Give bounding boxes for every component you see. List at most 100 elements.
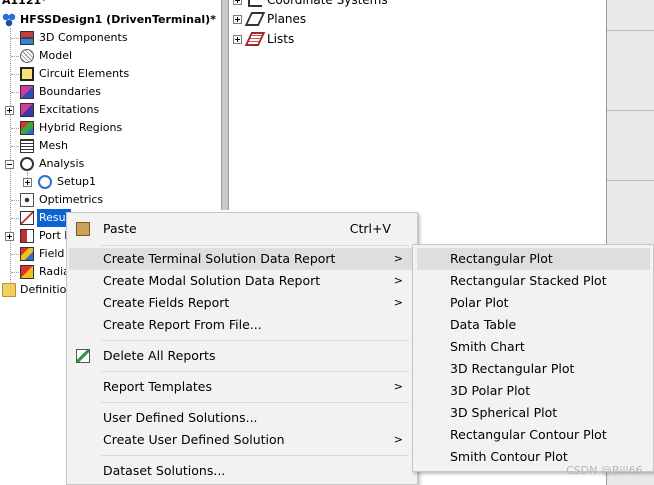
menu-item-user-defined-solutions[interactable]: User Defined Solutions... [69,407,415,429]
menu-item-shortcut: Ctrl+V [349,221,391,236]
planes-icon [244,12,266,26]
tree-connector [11,218,19,219]
submenu-arrow-icon: > [393,252,403,265]
menu-item-create-user-defined-solution[interactable]: Create User Defined Solution > [69,429,415,451]
tree-item-label: Setup1 [57,175,97,188]
project-label: A1121* [2,0,47,7]
expand-icon[interactable] [23,178,32,187]
menu-item-label: Paste [103,221,137,236]
mesh-icon [20,139,34,153]
radiation-icon [20,265,34,279]
tree-item-label: Lists [267,32,295,46]
tree-item-label: Planes [267,12,307,26]
submenu-arrow-icon: > [393,433,403,446]
menu-item-delete-all-reports[interactable]: Delete All Reports [69,345,415,367]
menu-item-label: Create Modal Solution Data Report [103,273,321,288]
tree-item-label: Analysis [39,157,85,170]
menu-item-label: Create Fields Report [103,295,230,310]
setup-icon [38,175,52,189]
3d-components-icon [20,31,34,45]
excitations-icon [20,103,34,117]
submenu-item-rectangular-stacked-plot[interactable]: Rectangular Stacked Plot [417,270,650,292]
tree-item-label: Optimetrics [39,193,104,206]
tree-connector [10,28,11,290]
terminal-report-submenu: Rectangular Plot Rectangular Stacked Plo… [412,244,654,472]
menu-item-create-modal-report[interactable]: Create Modal Solution Data Report > [69,270,415,292]
boundaries-icon [20,85,34,99]
hybrid-regions-icon [20,121,34,135]
tree-item-label: Boundaries [39,85,102,98]
tree-item-label: Circuit Elements [39,67,130,80]
submenu-arrow-icon: > [393,274,403,287]
menu-item-label: Create User Defined Solution [103,432,285,447]
menu-item-paste[interactable]: Paste Ctrl+V [69,218,415,240]
menu-item-create-report-from-file[interactable]: Create Report From File... [69,314,415,336]
submenu-item-rectangular-plot[interactable]: Rectangular Plot [417,248,650,270]
menu-item-label: Create Terminal Solution Data Report [103,251,336,266]
canvas-grid-line [607,110,654,111]
results-context-menu: Paste Ctrl+V Create Terminal Solution Da… [66,212,418,485]
results-icon [20,211,34,225]
menu-item-create-terminal-report[interactable]: Create Terminal Solution Data Report > [69,248,415,270]
tree-connector [11,146,19,147]
tree-connector [11,56,19,57]
tree-connector [11,254,19,255]
menu-item-create-fields-report[interactable]: Create Fields Report > [69,292,415,314]
expand-icon[interactable] [233,0,242,5]
analysis-icon [20,157,34,171]
model-tree: Coordinate Systems Planes Lists [229,0,606,245]
folder-icon [2,283,16,297]
tree-item-label: Field [39,247,65,260]
hfss-design-icon [2,13,16,27]
tree-connector [11,128,19,129]
menu-item-label: Report Templates [103,379,212,394]
submenu-item-3d-spherical-plot[interactable]: 3D Spherical Plot [417,402,650,424]
menu-separator [101,455,409,456]
submenu-item-smith-chart[interactable]: Smith Chart [417,336,650,358]
menu-item-label: Dataset Solutions... [103,463,226,478]
tree-item-label: Hybrid Regions [39,121,123,134]
submenu-item-label: Smith Chart [450,339,525,354]
menu-item-dataset-solutions[interactable]: Dataset Solutions... [69,460,415,482]
tree-connector [11,92,19,93]
delete-reports-icon [76,349,90,363]
submenu-item-data-table[interactable]: Data Table [417,314,650,336]
submenu-item-rectangular-contour-plot[interactable]: Rectangular Contour Plot [417,424,650,446]
submenu-item-label: Rectangular Stacked Plot [450,273,607,288]
submenu-item-label: 3D Rectangular Plot [450,361,575,376]
menu-separator [101,245,409,246]
submenu-item-label: Smith Contour Plot [450,449,568,464]
submenu-item-label: 3D Polar Plot [450,383,531,398]
tree-item-label: Model [39,49,73,62]
expand-icon[interactable] [5,232,14,241]
submenu-item-label: Data Table [450,317,517,332]
tree-connector [11,38,19,39]
expand-icon[interactable] [5,106,14,115]
menu-item-label: Delete All Reports [103,348,216,363]
submenu-item-polar-plot[interactable]: Polar Plot [417,292,650,314]
optimetrics-icon [20,193,34,207]
paste-icon [76,222,90,236]
submenu-arrow-icon: > [393,380,403,393]
pane-splitter[interactable] [221,0,229,210]
menu-separator [101,371,409,372]
tree-item-label: Mesh [39,139,68,152]
canvas-grid-line [607,30,654,31]
coordinate-systems-icon [248,0,262,7]
circuit-elements-icon [20,67,34,81]
expand-icon[interactable] [233,35,242,44]
menu-item-label: User Defined Solutions... [103,410,258,425]
design-label: HFSSDesign1 (DrivenTerminal)* [20,13,216,26]
submenu-item-label: Rectangular Plot [450,251,553,266]
menu-item-report-templates[interactable]: Report Templates > [69,376,415,398]
submenu-item-3d-rectangular-plot[interactable]: 3D Rectangular Plot [417,358,650,380]
submenu-item-label: 3D Spherical Plot [450,405,558,420]
tree-item-label: 3D Components [39,31,128,44]
tree-item-label: Definitio [20,283,67,296]
collapse-icon[interactable] [5,160,14,169]
menu-separator [101,402,409,403]
tree-item-label: Coordinate Systems [267,0,388,7]
expand-icon[interactable] [233,15,242,24]
submenu-item-label: Polar Plot [450,295,509,310]
submenu-item-3d-polar-plot[interactable]: 3D Polar Plot [417,380,650,402]
